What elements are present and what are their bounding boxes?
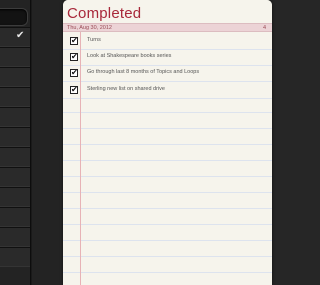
date-label: Thu, Aug 30, 2012 (67, 25, 112, 31)
sidebar-item[interactable] (0, 227, 30, 247)
task-label: Look at Shakespeare books series (87, 53, 172, 59)
sidebar-item[interactable] (0, 187, 30, 207)
sidebar-item[interactable] (0, 107, 30, 127)
sidebar-search-field[interactable] (0, 8, 28, 26)
task-row[interactable]: ✔ Turns (63, 33, 272, 50)
task-label: Sterling new list on shared drive (87, 86, 165, 92)
paper-margin-line (80, 32, 81, 285)
sidebar-item[interactable] (0, 247, 30, 267)
task-label: Turns (87, 37, 101, 43)
sidebar-item[interactable] (0, 87, 30, 107)
sidebar-item[interactable] (0, 207, 30, 227)
checkbox-icon[interactable]: ✔ (70, 69, 78, 77)
sidebar-list: ✔ (0, 27, 30, 267)
sidebar-item[interactable]: ✔ (0, 27, 30, 47)
sidebar-item[interactable] (0, 127, 30, 147)
checkbox-icon[interactable]: ✔ (70, 53, 78, 61)
task-row[interactable]: ✔ Sterling new list on shared drive (63, 82, 272, 99)
sidebar-item[interactable] (0, 47, 30, 67)
completed-list-panel: Completed Thu, Aug 30, 2012 4 ✔ Turns ✔ … (63, 0, 272, 285)
sidebar-item[interactable] (0, 167, 30, 187)
list-title: Completed (67, 5, 142, 22)
sidebar-item[interactable] (0, 147, 30, 167)
sidebar-divider (30, 0, 32, 285)
task-row[interactable]: ✔ Look at Shakespeare books series (63, 49, 272, 66)
lists-sidebar: ✔ (0, 0, 60, 285)
checkmark-icon: ✔ (16, 30, 25, 41)
sidebar-item[interactable] (0, 67, 30, 87)
task-row[interactable]: ✔ Go through last 8 months of Topics and… (63, 65, 272, 82)
checkbox-icon[interactable]: ✔ (70, 37, 78, 45)
date-header: Thu, Aug 30, 2012 4 (63, 23, 272, 32)
checkbox-icon[interactable]: ✔ (70, 86, 78, 94)
task-count: 4 (262, 25, 266, 31)
task-label: Go through last 8 months of Topics and L… (87, 69, 200, 75)
